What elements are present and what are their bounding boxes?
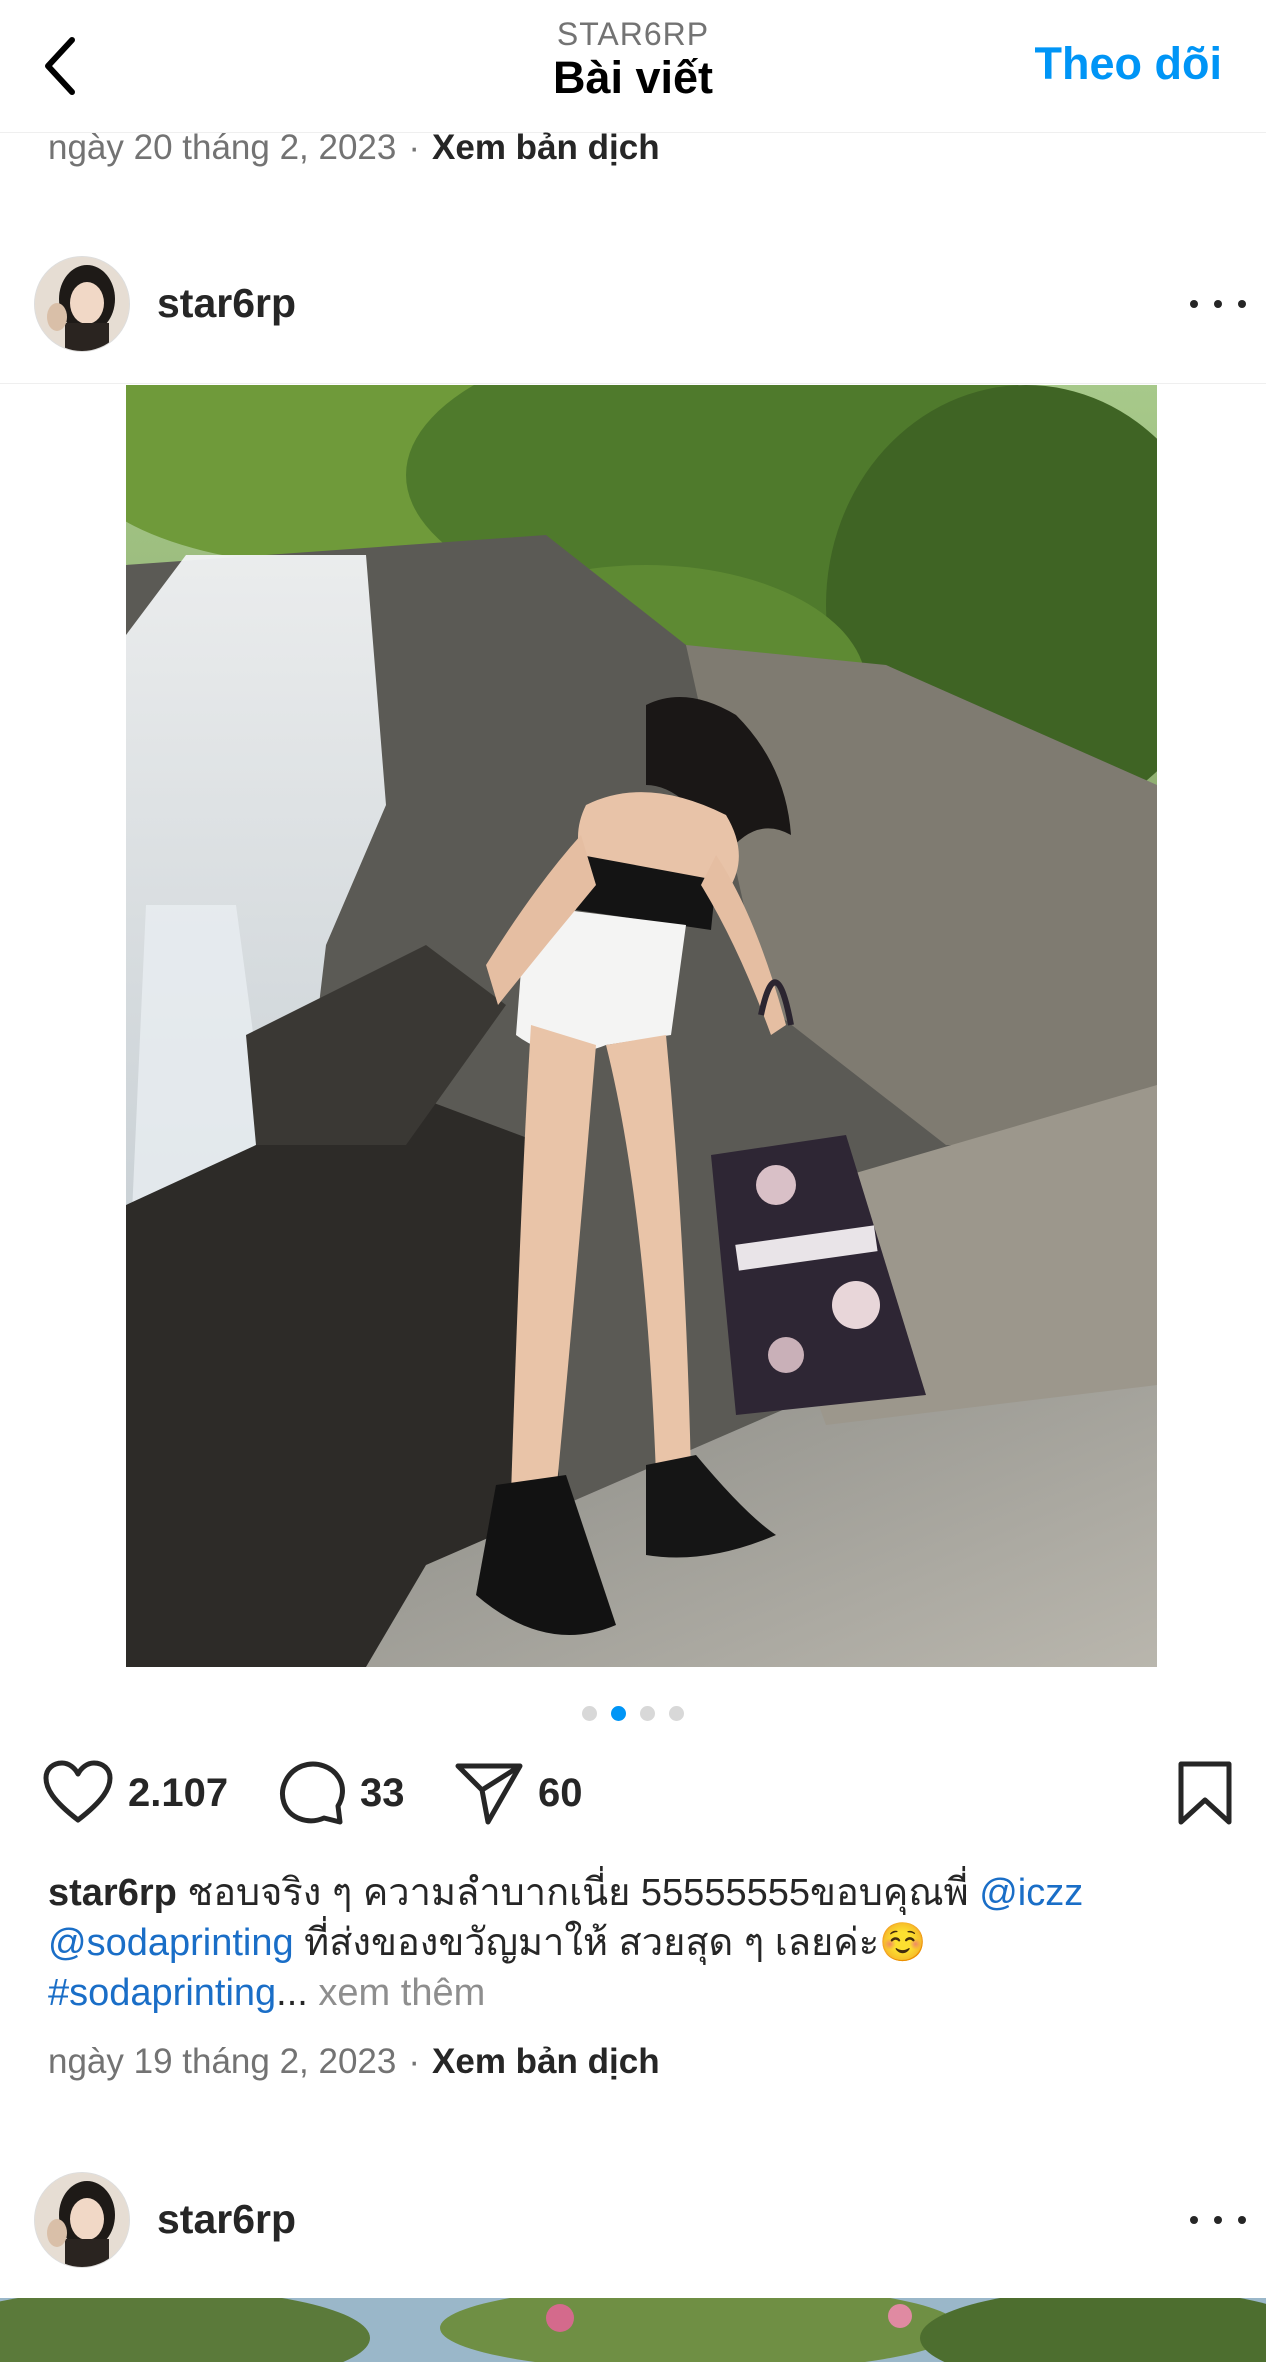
top-bar: STAR6RP Bài viết Theo dõi	[0, 0, 1266, 133]
see-more-link[interactable]: xem thêm	[308, 1972, 485, 2014]
next-post-username[interactable]: star6rp	[157, 2196, 296, 2243]
caption-text: ชอบจริง ๆ ความลำบากเนี่ย 55555555ขอบคุณพ…	[176, 1872, 980, 1914]
avatar-image	[35, 2173, 129, 2267]
mention-link[interactable]: @iczz	[979, 1872, 1083, 1914]
avatar[interactable]	[34, 256, 130, 352]
ellipsis-icon-dot	[1214, 2216, 1222, 2224]
share-button[interactable]: 60	[454, 1760, 583, 1826]
next-photo-image	[0, 2298, 1266, 2362]
post-date: ngày 19 tháng 2, 2023	[48, 2042, 397, 2081]
like-button[interactable]: 2.107	[42, 1760, 228, 1826]
heart-icon	[43, 1760, 113, 1823]
divider	[0, 383, 1266, 384]
save-button[interactable]	[1176, 1760, 1234, 1826]
carousel-dot[interactable]	[669, 1706, 684, 1721]
translate-link[interactable]: Xem bản dịch	[432, 2042, 660, 2081]
like-count: 2.107	[128, 1770, 229, 1815]
more-options-button[interactable]	[1190, 284, 1246, 324]
ellipsis-icon-dot	[1214, 300, 1222, 308]
more-options-button[interactable]	[1190, 2200, 1246, 2240]
hashtag-link[interactable]: #sodaprinting	[48, 1972, 276, 2014]
comment-icon	[280, 1761, 345, 1825]
ellipsis-icon	[1190, 2216, 1198, 2224]
caption-ellipsis: ...	[276, 1972, 308, 2014]
prev-post-dateline: ngày 20 tháng 2, 2023 · Xem bản dịch	[48, 128, 660, 168]
mention-link[interactable]: @sodaprinting	[48, 1922, 294, 1964]
post-photo[interactable]	[126, 385, 1157, 1667]
comment-count: 33	[360, 1770, 405, 1815]
follow-button[interactable]: Theo dõi	[1035, 38, 1222, 90]
caption-username[interactable]: star6rp	[48, 1872, 177, 1914]
carousel-dot-active[interactable]	[611, 1706, 626, 1721]
carousel-dot[interactable]	[640, 1706, 655, 1721]
post-date: ngày 20 tháng 2, 2023	[48, 128, 397, 167]
translate-link[interactable]: Xem bản dịch	[432, 128, 660, 167]
avatar[interactable]	[34, 2172, 130, 2268]
caption-text: ที่ส่งของขวัญมาให้ สวยสุด ๆ เลยค่ะ☺️	[293, 1922, 927, 1964]
post-dateline: ngày 19 tháng 2, 2023 · Xem bản dịch	[48, 2042, 660, 2082]
carousel-indicator	[0, 1706, 1266, 1721]
send-icon	[455, 1763, 523, 1825]
avatar-image	[35, 257, 129, 351]
post-username[interactable]: star6rp	[157, 280, 296, 327]
ellipsis-icon	[1190, 300, 1198, 308]
ellipsis-icon-dot	[1238, 300, 1246, 308]
separator: ·	[408, 128, 421, 167]
separator: ·	[408, 2042, 421, 2081]
comment-button[interactable]: 33	[278, 1760, 405, 1826]
next-post-photo[interactable]	[0, 2298, 1266, 2362]
carousel-dot[interactable]	[582, 1706, 597, 1721]
waterfall-photo	[126, 385, 1157, 1667]
post-caption: star6rp ชอบจริง ๆ ความลำบากเนี่ย 5555555…	[48, 1868, 1218, 2018]
bookmark-icon	[1178, 1761, 1232, 1825]
share-count: 60	[538, 1770, 583, 1815]
ellipsis-icon-dot	[1238, 2216, 1246, 2224]
